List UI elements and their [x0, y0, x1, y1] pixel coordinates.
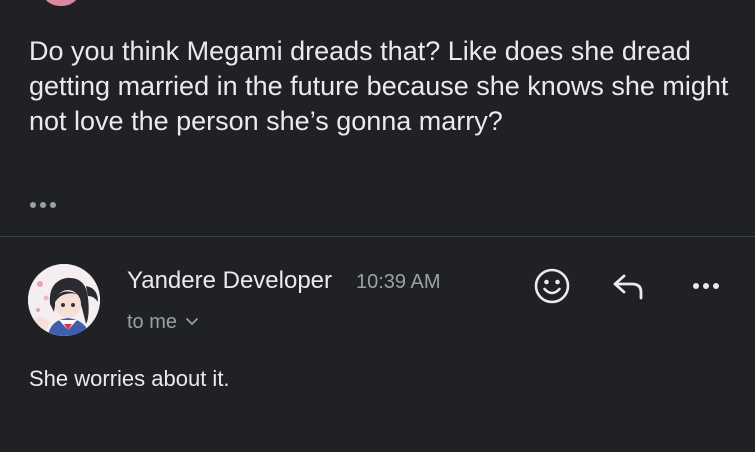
message-body: She worries about it. — [29, 366, 230, 391]
more-options-button[interactable] — [684, 264, 728, 308]
recipient-details-toggle[interactable]: to me — [127, 309, 199, 335]
more-horizontal-icon — [693, 283, 719, 289]
more-horizontal-icon — [30, 202, 36, 208]
chevron-down-icon — [186, 318, 198, 325]
previous-message-body: Do you think Megami dreads that? Like do… — [29, 36, 729, 136]
recipient-label: to me — [127, 310, 178, 333]
sender-avatar-image — [28, 264, 100, 336]
reply-arrow-icon — [613, 274, 643, 300]
show-quoted-text-button[interactable] — [30, 194, 64, 216]
avatar[interactable] — [28, 264, 100, 336]
sender-name[interactable]: Yandere Developer — [127, 266, 332, 296]
message-divider — [0, 236, 755, 237]
message-timestamp: 10:39 AM — [356, 271, 441, 293]
smiley-icon — [534, 268, 570, 304]
previous-sender-avatar[interactable] — [40, 0, 82, 6]
add-reaction-button[interactable] — [530, 264, 574, 308]
reply-button[interactable] — [606, 264, 650, 308]
